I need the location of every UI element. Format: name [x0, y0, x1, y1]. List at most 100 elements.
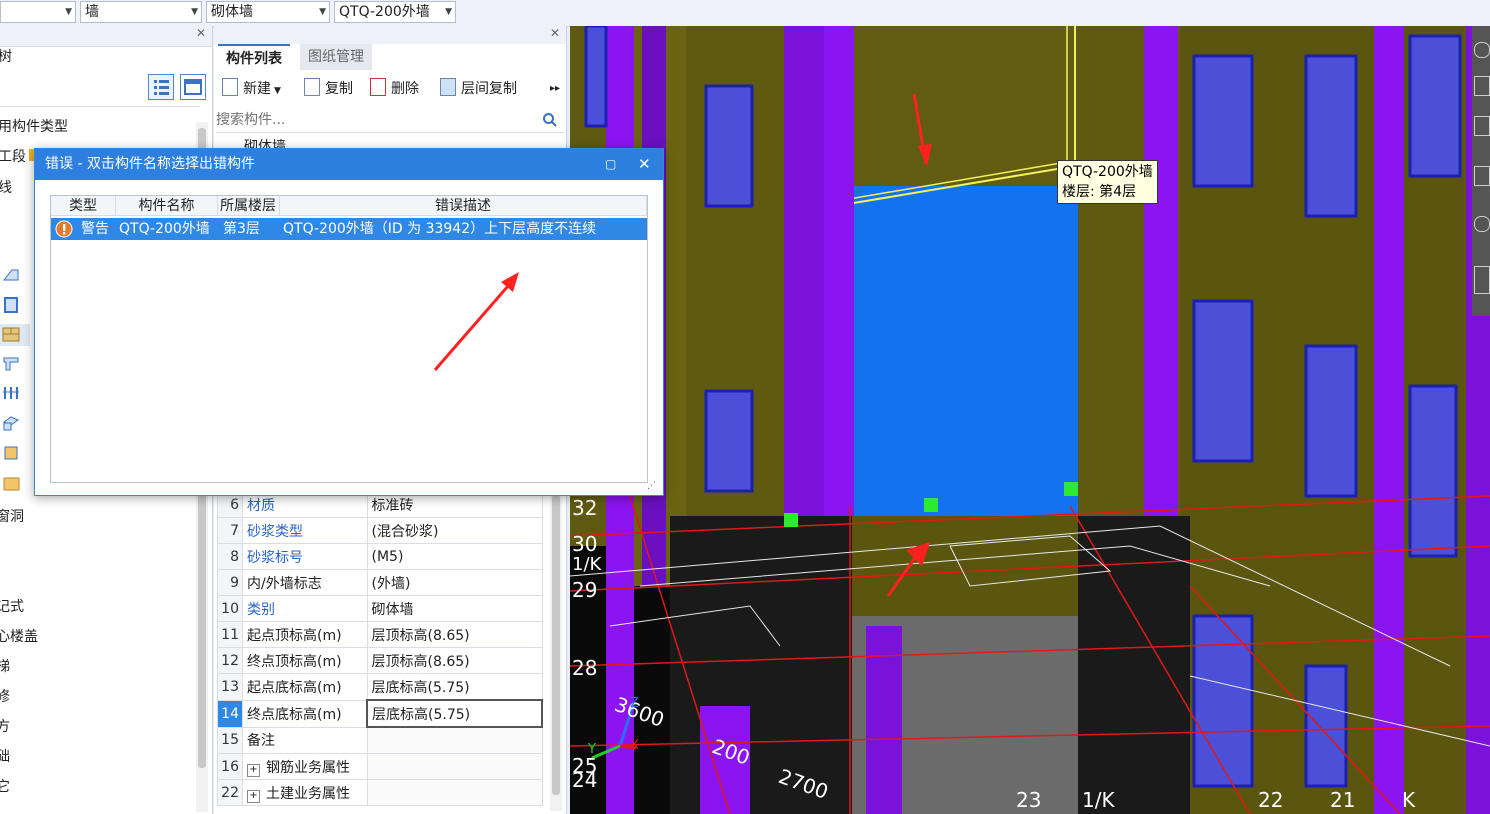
- window-type-icon[interactable]: [2, 444, 20, 462]
- view-box-icon[interactable]: [1474, 76, 1490, 96]
- list-view-button[interactable]: [148, 74, 174, 100]
- delete-button[interactable]: 删除: [370, 78, 419, 100]
- category-combo[interactable]: 墙 ▼: [80, 1, 202, 23]
- property-value[interactable]: [366, 726, 543, 754]
- door-icon[interactable]: [2, 296, 20, 314]
- type-combo[interactable]: 砌体墙 ▼: [206, 1, 330, 23]
- property-row[interactable]: 9 内/外墙标志 (外墙): [217, 569, 543, 596]
- view-box-icon[interactable]: [1474, 116, 1490, 136]
- floor-copy-button[interactable]: 层间复制: [440, 78, 517, 100]
- 3d-viewport[interactable]: 32 30 1/K 29 28 25 24 23 1/K 22 21 K 360…: [570, 26, 1490, 814]
- beam-icon[interactable]: [2, 354, 20, 372]
- property-row[interactable]: 10 类别 砌体墙: [217, 595, 543, 622]
- window[interactable]: [1192, 614, 1254, 788]
- tree-item-earthwork[interactable]: 方: [0, 716, 10, 736]
- column-header-type[interactable]: 类型: [51, 196, 116, 216]
- view-box-icon[interactable]: [1474, 166, 1490, 186]
- brick-wall-icon: [2, 327, 20, 342]
- wall-type-icon[interactable]: [2, 266, 20, 284]
- tool-icon[interactable]: [1474, 266, 1490, 294]
- window[interactable]: [1304, 54, 1358, 218]
- expand-icon[interactable]: +: [247, 789, 260, 803]
- property-row[interactable]: 14 终点底标高(m) 层底标高(5.75): [217, 699, 543, 728]
- more-icon[interactable]: ▸▸: [550, 78, 560, 100]
- property-value[interactable]: 层底标高(5.75): [366, 673, 543, 701]
- component-combo[interactable]: QTQ-200外墙 ▼: [334, 1, 456, 23]
- tab-component-list[interactable]: 构件列表: [218, 44, 290, 72]
- search-icon[interactable]: [542, 112, 558, 128]
- tree-item-other[interactable]: 它: [0, 776, 10, 796]
- column-header-description[interactable]: 错误描述: [280, 196, 647, 216]
- grip-handle[interactable]: [1064, 482, 1078, 496]
- close-icon[interactable]: ✕: [550, 26, 560, 40]
- floor-combo[interactable]: ▼: [0, 1, 76, 23]
- grip-handle[interactable]: [924, 498, 938, 512]
- property-row[interactable]: 13 起点底标高(m) 层底标高(5.75): [217, 673, 543, 701]
- property-row[interactable]: 15 备注: [217, 726, 543, 754]
- window[interactable]: [584, 26, 608, 128]
- grip-handle[interactable]: [784, 513, 798, 527]
- new-button[interactable]: 新建 ▼: [222, 78, 281, 100]
- tab-drawing-management[interactable]: 图纸管理: [300, 44, 372, 70]
- window[interactable]: [704, 84, 754, 208]
- dialog-titlebar[interactable]: 错误 - 双击构件名称选择出错构件 ▢ ✕: [35, 149, 663, 180]
- maximize-icon[interactable]: ▢: [605, 149, 616, 180]
- resize-grip-icon[interactable]: ⋰: [647, 481, 656, 491]
- property-value[interactable]: [366, 753, 543, 780]
- tree-item-masonry-selected[interactable]: [0, 324, 30, 346]
- property-row[interactable]: 16 + 钢筋业务属性: [217, 753, 543, 780]
- tree-item-stair[interactable]: 梯: [0, 656, 10, 676]
- tree-item-line[interactable]: 线: [0, 177, 12, 197]
- property-row[interactable]: 8 砂浆标号 (M5): [217, 543, 543, 570]
- close-icon[interactable]: ✕: [638, 149, 651, 180]
- window[interactable]: [1304, 344, 1358, 498]
- search-input[interactable]: [216, 110, 536, 130]
- window[interactable]: [704, 389, 754, 493]
- upper-wall[interactable]: [852, 26, 1078, 186]
- expand-icon[interactable]: +: [247, 763, 260, 777]
- window[interactable]: [1192, 54, 1254, 188]
- property-value[interactable]: 层顶标高(8.65): [366, 621, 543, 648]
- slab-icon[interactable]: [2, 414, 20, 432]
- window[interactable]: [1408, 34, 1462, 178]
- tree-item-floor-type[interactable]: 记式: [0, 596, 24, 616]
- tree-item-section[interactable]: 工段: [0, 146, 37, 166]
- property-value[interactable]: (外墙): [366, 569, 543, 596]
- column[interactable]: [866, 626, 902, 814]
- window[interactable]: [1408, 384, 1458, 558]
- orbit-icon[interactable]: [1474, 42, 1490, 58]
- column-header-name[interactable]: 构件名称: [116, 196, 218, 216]
- property-value[interactable]: 层底标高(5.75): [366, 699, 543, 728]
- property-row[interactable]: 22 + 土建业务属性: [217, 779, 543, 806]
- error-list[interactable]: 类型 构件名称 所属楼层 错误描述 警告 QTQ-200外墙 第3层 QTQ-2…: [50, 195, 648, 483]
- property-row[interactable]: 7 砂浆类型 (混合砂浆): [217, 517, 543, 544]
- window[interactable]: [1304, 664, 1348, 788]
- property-scrollbar[interactable]: [550, 491, 562, 811]
- window[interactable]: [1192, 299, 1254, 463]
- railing-icon[interactable]: [2, 384, 20, 402]
- building-3d-model[interactable]: [570, 26, 1490, 814]
- tree-item-hollow-floor[interactable]: 心楼盖: [0, 626, 38, 646]
- property-value[interactable]: [366, 779, 543, 806]
- error-row[interactable]: 警告 QTQ-200外墙 第3层 QTQ-200外墙（ID 为 33942）上下…: [51, 218, 647, 240]
- property-value[interactable]: 层顶标高(8.65): [366, 647, 543, 674]
- detail-view-button[interactable]: [180, 74, 206, 100]
- column[interactable]: [1374, 26, 1404, 814]
- selected-wall[interactable]: [852, 186, 1078, 516]
- property-value[interactable]: (M5): [366, 543, 543, 570]
- tree-item-decoration[interactable]: 修: [0, 686, 10, 706]
- property-value[interactable]: 砌体墙: [366, 595, 543, 622]
- property-value[interactable]: (混合砂浆): [366, 517, 543, 544]
- tree-item-window-opening[interactable]: 窗洞: [0, 506, 24, 526]
- zoom-icon[interactable]: [1474, 216, 1490, 232]
- opening-icon[interactable]: [2, 474, 20, 492]
- tree-item-foundation[interactable]: 础: [0, 746, 10, 766]
- error-component-name[interactable]: QTQ-200外墙: [119, 218, 210, 240]
- column-header-floor[interactable]: 所属楼层: [218, 196, 280, 216]
- scroll-thumb[interactable]: [552, 495, 560, 795]
- property-row[interactable]: 12 终点顶标高(m) 层顶标高(8.65): [217, 647, 543, 674]
- tree-item-common-types[interactable]: 用构件类型: [0, 116, 68, 136]
- close-icon[interactable]: ✕: [196, 26, 206, 40]
- copy-button[interactable]: 复制: [304, 78, 353, 100]
- property-row[interactable]: 11 起点顶标高(m) 层顶标高(8.65): [217, 621, 543, 648]
